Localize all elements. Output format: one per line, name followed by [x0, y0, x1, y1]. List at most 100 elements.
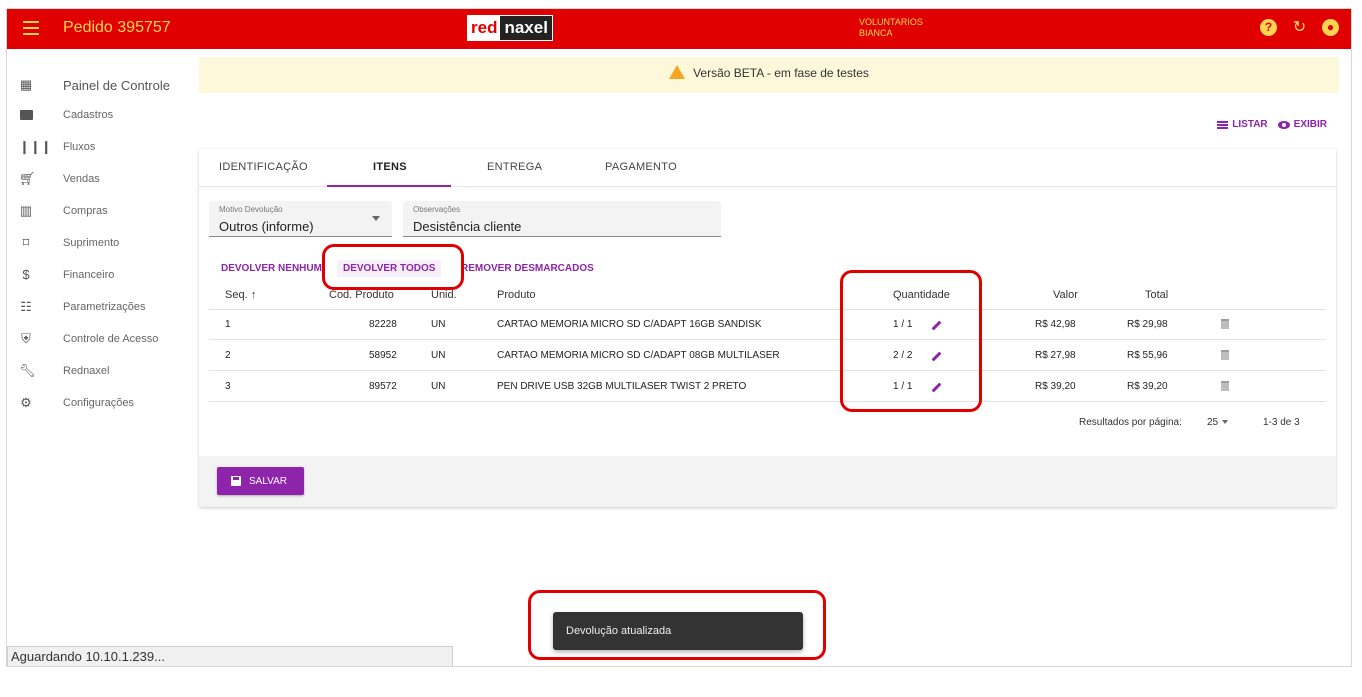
sidebar-item-label: Painel de Controle [63, 77, 170, 93]
cell-total: R$ 55,96 [1127, 350, 1168, 361]
folder-icon [19, 108, 33, 122]
crop-icon: ⌑ [22, 235, 30, 250]
cell-code: 58952 [369, 350, 397, 361]
sidebar-item-cadastros[interactable]: Cadastros [7, 101, 197, 129]
tab-pagamento[interactable]: PAGAMENTO [605, 161, 677, 173]
cell-seq: 2 [225, 350, 231, 361]
cell-total: R$ 39,20 [1127, 381, 1168, 392]
sidebar-item-label: Configurações [63, 397, 134, 409]
cell-qty: 1 / 1 [893, 319, 913, 330]
sidebar-item-label: Cadastros [63, 109, 114, 121]
motivo-devolucao-label: Motivo Devolução [219, 205, 283, 214]
cell-code: 82228 [369, 319, 397, 330]
sidebar-item-label: Parametrizações [63, 301, 146, 313]
motivo-devolucao-select[interactable]: Motivo Devolução Outros (informe) [209, 201, 392, 237]
cell-seq: 3 [225, 381, 231, 392]
refresh-icon[interactable]: ↻ [1291, 19, 1308, 36]
tab-bar: IDENTIFICAÇÃO ITENS ENTREGA PAGAMENTO [199, 149, 1336, 187]
trash-icon[interactable] [1221, 319, 1229, 329]
cell-unit: UN [431, 350, 446, 361]
sidebar-item-configuracoes[interactable]: ⚙ Configurações [7, 389, 197, 417]
observacoes-field[interactable]: Observações Desistência cliente [403, 201, 721, 237]
sort-arrow-icon: ↑ [250, 289, 257, 301]
edit-pencil-icon[interactable] [931, 320, 942, 331]
header-seq[interactable]: Seq. ↑ [225, 289, 256, 301]
hamburger-menu-icon[interactable] [23, 21, 39, 35]
sidebar-item-fluxos[interactable]: ❙❙❙ Fluxos [7, 133, 197, 161]
tab-identificacao[interactable]: IDENTIFICAÇÃO [219, 161, 308, 173]
sidebar-item-parametrizacoes[interactable]: ☷ Parametrizações [7, 293, 197, 321]
warning-icon [669, 65, 686, 79]
save-button[interactable]: SALVAR [217, 467, 304, 495]
gear-icon: ⚙ [20, 395, 32, 410]
sidebar-item-financeiro[interactable]: $ Financeiro [7, 261, 197, 289]
rednaxel-logo: red naxel [467, 15, 553, 41]
chevron-down-icon [1222, 420, 1229, 424]
money-icon: $ [22, 267, 30, 282]
sidebar-item-label: Suprimento [63, 237, 120, 249]
floppy-disk-icon [231, 476, 241, 486]
trash-icon[interactable] [1221, 350, 1229, 360]
cart-icon: 🛒︎ [19, 171, 36, 186]
wrench-icon: 🔧︎ [19, 363, 36, 378]
sidebar-item-label: Compras [63, 205, 108, 217]
edit-pencil-icon[interactable] [931, 382, 942, 393]
card-footer: SALVAR [199, 456, 1336, 507]
table-row: 3 89572 UN PEN DRIVE USB 32GB MULTILASER… [209, 372, 1326, 402]
header-produto: Produto [497, 289, 536, 301]
sidebar: ▦ Painel de Controle Cadastros ❙❙❙ Fluxo… [7, 49, 197, 649]
dashboard-icon: ▦ [19, 77, 33, 92]
sidebar-item-controle-acesso[interactable]: ⛨ Controle de Acesso [7, 325, 197, 353]
list-icon [1217, 120, 1229, 129]
cell-unit: UN [431, 381, 446, 392]
devolver-todos-button[interactable]: DEVOLVER TODOS [337, 260, 442, 277]
top-actions: ? ↻ ● [1260, 19, 1339, 36]
columns-icon: ❙❙❙ [19, 139, 52, 154]
header-valor: Valor [1053, 289, 1078, 301]
devolver-nenhum-button[interactable]: DEVOLVER NENHUM [221, 263, 322, 274]
sidebar-item-label: Controle de Acesso [63, 333, 159, 345]
sidebar-item-rednaxel[interactable]: 🔧︎ Rednaxel [7, 357, 197, 385]
company-name: VOLUNTARIOS [859, 17, 923, 27]
observacoes-value: Desistência cliente [413, 219, 522, 234]
account-icon[interactable]: ● [1322, 19, 1339, 36]
header-unid: Unid. [431, 289, 457, 301]
observacoes-label: Observações [413, 205, 461, 214]
sidebar-item-label: Rednaxel [63, 365, 110, 377]
edit-pencil-icon[interactable] [931, 351, 942, 362]
show-button[interactable]: EXIBIR [1277, 119, 1327, 130]
page-title: Pedido 395757 [63, 19, 171, 36]
tab-itens[interactable]: ITENS [373, 161, 407, 173]
motivo-devolucao-value: Outros (informe) [219, 219, 314, 234]
cell-qty: 2 / 2 [893, 350, 913, 361]
trash-icon[interactable] [1221, 381, 1229, 391]
header-cod-produto: Cod. Produto [329, 289, 394, 301]
active-tab-indicator [327, 185, 451, 187]
remover-desmarcados-button[interactable]: REMOVER DESMARCADOS [461, 263, 594, 274]
logo-red-text: red [468, 16, 501, 40]
chevron-down-icon [372, 216, 380, 221]
sidebar-item-suprimento[interactable]: ⌑ Suprimento [7, 229, 197, 257]
cell-value: R$ 39,20 [1035, 381, 1076, 392]
table-row: 2 58952 UN CARTAO MEMORIA MICRO SD C/ADA… [209, 341, 1326, 371]
tab-entrega[interactable]: ENTREGA [487, 161, 542, 173]
app-window: Pedido 395757 red naxel VOLUNTARIOS BIAN… [6, 8, 1352, 667]
order-card: IDENTIFICAÇÃO ITENS ENTREGA PAGAMENTO Mo… [199, 149, 1336, 507]
user-name: BIANCA [859, 28, 893, 38]
view-links: LISTAR EXIBIR [1217, 119, 1327, 130]
sidebar-item-label: Fluxos [63, 141, 96, 153]
user-info: VOLUNTARIOS BIANCA [859, 17, 923, 39]
pager-range: 1-3 de 3 [1263, 417, 1300, 428]
header-quantidade: Quantidade [893, 289, 950, 301]
cell-code: 89572 [369, 381, 397, 392]
sidebar-item-vendas[interactable]: 🛒︎ Vendas [7, 165, 197, 193]
snackbar: Devolução atualizada [553, 612, 803, 650]
beta-banner-text: Versão BETA - em fase de testes [693, 66, 869, 80]
sidebar-item-painel[interactable]: ▦ Painel de Controle [7, 71, 197, 99]
list-button[interactable]: LISTAR [1217, 119, 1268, 130]
help-icon[interactable]: ? [1260, 19, 1277, 36]
sidebar-item-compras[interactable]: ▥ Compras [7, 197, 197, 225]
table-row: 1 82228 UN CARTAO MEMORIA MICRO SD C/ADA… [209, 310, 1326, 340]
cell-unit: UN [431, 319, 446, 330]
page-size-select[interactable]: 25 [1207, 417, 1229, 428]
